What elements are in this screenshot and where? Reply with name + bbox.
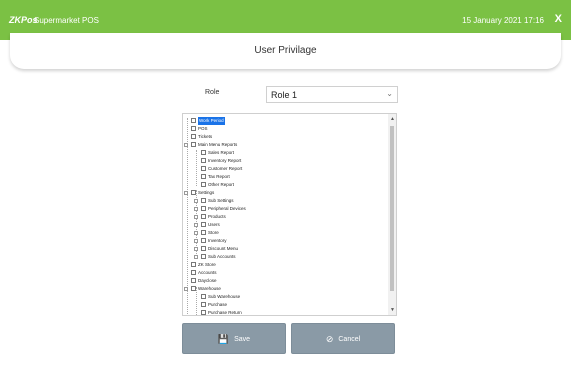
checkbox[interactable] bbox=[191, 270, 196, 275]
expand-toggle-icon[interactable] bbox=[194, 247, 198, 251]
checkbox[interactable] bbox=[201, 150, 206, 155]
checkbox[interactable] bbox=[191, 134, 196, 139]
expand-toggle-icon[interactable] bbox=[194, 231, 198, 235]
expand-toggle-icon[interactable] bbox=[184, 143, 188, 147]
tree-connector bbox=[187, 118, 188, 314]
tree-scrollbar[interactable]: ▲ ▼ bbox=[388, 114, 396, 315]
expand-toggle-icon[interactable] bbox=[184, 191, 188, 195]
checkbox[interactable] bbox=[201, 182, 206, 187]
checkbox[interactable] bbox=[191, 190, 196, 195]
checkbox[interactable] bbox=[201, 246, 206, 251]
tree-item-label: Settings bbox=[198, 190, 215, 195]
cancel-button[interactable]: ⊘ Cancel bbox=[291, 323, 395, 354]
checkbox[interactable] bbox=[201, 230, 206, 235]
chevron-down-icon: ⌄ bbox=[386, 89, 393, 98]
tree-item-label: Store bbox=[208, 230, 219, 235]
save-label: Save bbox=[234, 336, 251, 343]
expand-toggle-icon[interactable] bbox=[194, 223, 198, 227]
tree-item-label: Sub Warehouse bbox=[208, 294, 241, 299]
tree-item-label: Inventory bbox=[208, 238, 227, 243]
tree-item-label: Sub Accounts bbox=[208, 254, 236, 259]
tree-item-label: Other Report bbox=[208, 182, 235, 187]
checkbox[interactable] bbox=[201, 302, 206, 307]
tree-item-label: Work Period bbox=[198, 117, 225, 125]
tree-item-label: POS bbox=[198, 126, 208, 131]
checkbox[interactable] bbox=[191, 278, 196, 283]
checkbox[interactable] bbox=[201, 158, 206, 163]
tree-item-label: Sales Report bbox=[208, 150, 235, 155]
scroll-down-icon[interactable]: ▼ bbox=[390, 307, 395, 313]
tree-connector bbox=[196, 287, 197, 315]
tree-item-label: Tax Report bbox=[208, 174, 230, 179]
tree-item-label: Inventory Report bbox=[208, 158, 242, 163]
checkbox[interactable] bbox=[191, 262, 196, 267]
datetime: 15 January 2021 17:16 bbox=[462, 16, 544, 25]
floppy-disk-icon: 💾 bbox=[217, 334, 230, 344]
tree-item-label: Peripheral Devices bbox=[208, 206, 246, 211]
scroll-thumb[interactable] bbox=[390, 126, 394, 291]
title-card: User Privilage bbox=[10, 33, 561, 69]
tree-item-label: Users bbox=[208, 222, 220, 227]
tree-item-label: Products bbox=[208, 214, 226, 219]
save-button[interactable]: 💾 Save bbox=[182, 323, 286, 354]
checkbox[interactable] bbox=[191, 142, 196, 147]
checkbox[interactable] bbox=[201, 294, 206, 299]
tree-item-label: ZK Store bbox=[198, 262, 216, 267]
page-title: User Privilage bbox=[254, 45, 317, 56]
tree-item-label: Sub Settings bbox=[208, 198, 234, 203]
checkbox[interactable] bbox=[201, 222, 206, 227]
checkbox[interactable] bbox=[201, 254, 206, 259]
privilege-tree[interactable]: Work Period POS Tickets Main Menu Reports Sa… bbox=[182, 113, 397, 316]
cancel-circle-icon: ⊘ bbox=[325, 334, 334, 344]
checkbox[interactable] bbox=[191, 286, 196, 291]
expand-toggle-icon[interactable] bbox=[194, 199, 198, 203]
tree-item-label: Tickets bbox=[198, 134, 213, 139]
app-title: Supermarket POS bbox=[34, 16, 99, 25]
tree-item-label: Dayclose bbox=[198, 278, 217, 283]
checkbox[interactable] bbox=[201, 166, 206, 171]
checkbox[interactable] bbox=[201, 198, 206, 203]
tree-item-label: Purchase Return bbox=[208, 310, 242, 315]
checkbox[interactable] bbox=[201, 174, 206, 179]
expand-toggle-icon[interactable] bbox=[194, 255, 198, 259]
expand-toggle-icon[interactable] bbox=[194, 239, 198, 243]
tree-item-label: Customer Report bbox=[208, 166, 243, 171]
cancel-label: Cancel bbox=[338, 336, 361, 343]
checkbox[interactable] bbox=[201, 238, 206, 243]
tree-item-label: Main Menu Reports bbox=[198, 142, 238, 147]
role-select[interactable]: Role 1 ⌄ bbox=[266, 86, 398, 103]
checkbox[interactable] bbox=[191, 126, 196, 131]
checkbox[interactable] bbox=[201, 206, 206, 211]
tree-item-label: Purchase bbox=[208, 302, 228, 307]
tree-connector bbox=[196, 150, 197, 186]
role-value: Role 1 bbox=[271, 90, 298, 100]
checkbox[interactable] bbox=[201, 214, 206, 219]
expand-toggle-icon[interactable] bbox=[194, 207, 198, 211]
close-button[interactable]: X bbox=[555, 13, 562, 25]
checkbox[interactable] bbox=[201, 310, 206, 315]
tree-item-label: Discount Menu bbox=[208, 246, 239, 251]
tree-item-label: Accounts bbox=[198, 270, 217, 275]
expand-toggle-icon[interactable] bbox=[184, 287, 188, 291]
expand-toggle-icon[interactable] bbox=[194, 215, 198, 219]
checkbox[interactable] bbox=[191, 118, 196, 123]
role-label: Role bbox=[205, 89, 220, 96]
scroll-up-icon[interactable]: ▲ bbox=[390, 116, 395, 122]
tree-item-label: Warehouse bbox=[198, 286, 221, 291]
